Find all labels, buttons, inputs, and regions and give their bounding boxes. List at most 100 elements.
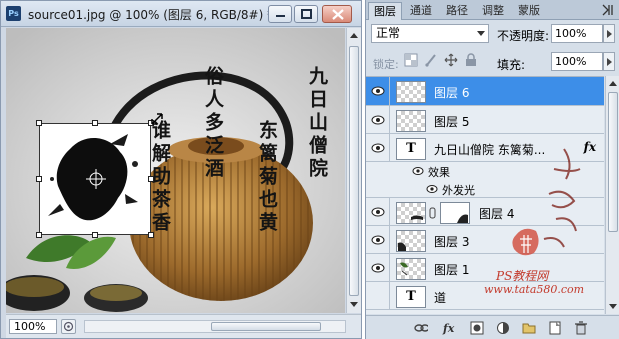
tab-layers[interactable]: 图层 (368, 2, 402, 20)
maximize-icon (301, 9, 312, 19)
minimize-icon (276, 15, 285, 17)
eye-icon (371, 143, 385, 152)
eye-icon (371, 263, 385, 272)
link-layers-icon[interactable] (414, 321, 428, 335)
eye-icon[interactable] (426, 184, 438, 194)
text-layer-icon: T (396, 138, 426, 160)
visibility-toggle[interactable] (366, 106, 390, 133)
minimize-button[interactable] (268, 5, 292, 23)
visibility-toggle[interactable] (366, 77, 390, 105)
svg-text:fx: fx (442, 322, 455, 335)
layer-thumbnail (396, 230, 426, 252)
lock-all-icon[interactable] (464, 53, 478, 67)
visibility-toggle[interactable] (366, 198, 390, 225)
visibility-toggle[interactable] (366, 134, 390, 161)
layer-row-5[interactable]: 图层 5 (366, 106, 604, 134)
blend-mode-select[interactable]: 正常 (371, 24, 489, 43)
document-window: Ps source01.jpg @ 100% (图层 6, RGB/8#) * (0, 0, 362, 339)
new-layer-icon[interactable] (548, 321, 562, 335)
mask-shape (457, 214, 468, 223)
info-icon (63, 321, 74, 332)
status-menu-icon[interactable] (61, 319, 76, 334)
rotate-cursor-icon (151, 113, 163, 125)
panel-tab-bar: 图层 通道 路径 调整 蒙版 (366, 0, 619, 20)
poem-line-2: 东篱菊也黄 (256, 120, 278, 235)
scroll-thumb[interactable] (349, 46, 359, 296)
visibility-toggle[interactable] (366, 282, 390, 309)
transform-handle[interactable] (92, 232, 98, 238)
lock-pixels-icon[interactable] (424, 53, 438, 67)
document-title: source01.jpg @ 100% (图层 6, RGB/8#) * (28, 8, 274, 22)
visibility-toggle[interactable] (366, 254, 390, 281)
watermark-site-name: PS教程网 (496, 269, 549, 283)
photoshop-icon: Ps (6, 6, 21, 21)
poem-line-1: 九日山僧院 (306, 66, 328, 181)
close-icon (332, 9, 344, 20)
zoom-field[interactable]: 100% (9, 319, 57, 334)
scroll-down-icon[interactable] (350, 300, 358, 308)
add-mask-icon[interactable] (470, 321, 484, 335)
text-layer-icon: T (396, 286, 426, 308)
transform-handle[interactable] (92, 120, 98, 126)
opacity-input[interactable]: 100% (551, 24, 603, 43)
lock-position-icon[interactable] (444, 53, 458, 67)
status-bar: 100% (6, 314, 361, 338)
transform-selection[interactable] (36, 113, 163, 238)
chevron-down-icon (477, 31, 485, 36)
transform-handle[interactable] (148, 232, 154, 238)
layer-name: 图层 6 (434, 86, 470, 100)
fill-label: 填充: (497, 58, 526, 72)
layer-list: 图层 6 图层 5 T 九日山僧院 东篱菊... fx 效果 外发光 图层 4 … (366, 76, 604, 314)
scroll-down-icon[interactable] (609, 302, 617, 310)
layers-panel: 图层 通道 路径 调整 蒙版 正常 不透明度: 100% 锁定: 填充: 100… (365, 0, 619, 339)
poem-line-3: 俗人多泛酒 (202, 66, 224, 181)
transform-handle[interactable] (148, 176, 154, 182)
close-button[interactable] (322, 5, 352, 23)
opacity-slider-button[interactable] (603, 24, 615, 43)
effects-visibility-cell (366, 162, 390, 180)
watermark-url: www.tata580.com (484, 283, 585, 296)
transform-handle[interactable] (36, 232, 42, 238)
image-canvas[interactable]: 九日山僧院 东篱菊也黄 俗人多泛酒 谁解助茶香 (6, 28, 345, 313)
visibility-toggle[interactable] (366, 226, 390, 253)
opacity-label: 不透明度: (497, 29, 550, 43)
maximize-button[interactable] (294, 5, 318, 23)
panel-menu-icon[interactable] (602, 4, 614, 16)
new-group-icon[interactable] (522, 321, 536, 335)
adjustment-layer-icon[interactable] (496, 321, 510, 335)
vertical-scrollbar[interactable] (346, 28, 361, 313)
effect-visibility-cell (366, 180, 390, 197)
scroll-thumb[interactable] (211, 322, 321, 331)
transform-handle[interactable] (36, 176, 42, 182)
scroll-up-icon[interactable] (350, 32, 358, 40)
ink-splash (48, 134, 138, 221)
add-style-icon[interactable]: fx (442, 321, 456, 335)
layer-row-6[interactable]: 图层 6 (366, 77, 604, 106)
leaf-thumbnail (400, 262, 408, 276)
fill-input[interactable]: 100% (551, 52, 603, 71)
layer-thumbnail (396, 110, 426, 132)
scroll-thumb[interactable] (608, 92, 618, 232)
fill-slider-button[interactable] (603, 52, 615, 71)
delete-layer-icon[interactable] (574, 321, 588, 335)
layer-thumbnail (396, 202, 426, 224)
layer-name: 道 (434, 291, 447, 305)
layers-panel-footer: fx (366, 315, 619, 339)
tab-channels[interactable]: 通道 (404, 2, 438, 20)
horizontal-scrollbar[interactable] (84, 320, 346, 333)
document-titlebar[interactable]: Ps source01.jpg @ 100% (图层 6, RGB/8#) * (1, 1, 361, 27)
transform-handle[interactable] (36, 120, 42, 126)
eye-icon (371, 207, 385, 216)
eye-icon[interactable] (412, 166, 424, 176)
tab-masks[interactable]: 蒙版 (512, 2, 546, 20)
lock-transparency-icon[interactable] (404, 53, 418, 67)
layer-thumbnail (396, 81, 426, 103)
brush-stroke-thumbnail (411, 215, 423, 220)
scroll-up-icon[interactable] (609, 80, 617, 88)
layer-name: 图层 5 (434, 115, 470, 129)
tab-paths[interactable]: 路径 (440, 2, 474, 20)
link-icon[interactable] (429, 207, 437, 219)
layer-list-scrollbar[interactable] (605, 76, 619, 314)
layer-mask-thumbnail[interactable] (440, 202, 470, 224)
tab-adjustments[interactable]: 调整 (476, 2, 510, 20)
